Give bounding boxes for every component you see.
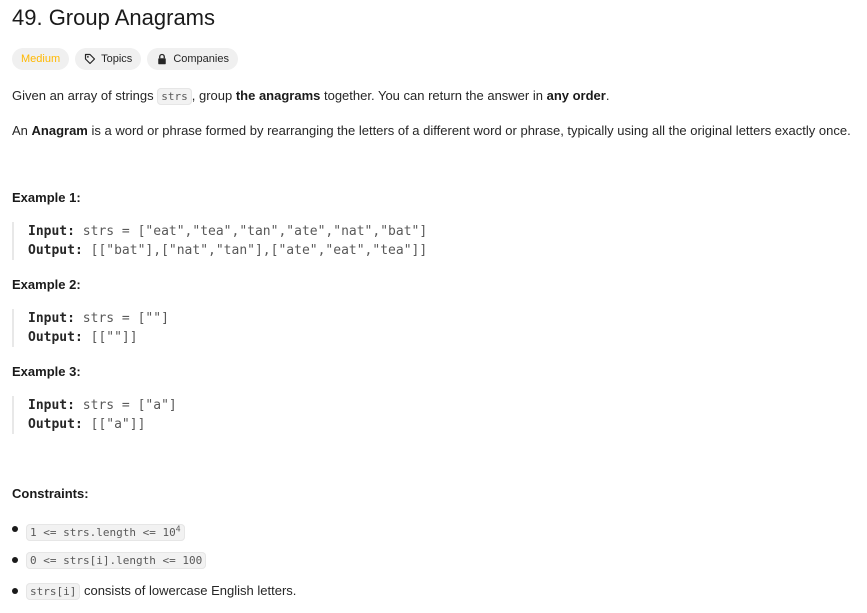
example-output: Output: [["a"]] bbox=[28, 415, 448, 434]
input-label: Input: bbox=[28, 311, 75, 326]
difficulty-label: Medium bbox=[21, 53, 61, 65]
output-value: [[""]] bbox=[90, 330, 138, 345]
constraints-title: Constraints: bbox=[12, 486, 89, 501]
output-label: Output: bbox=[28, 330, 83, 345]
text: An bbox=[12, 123, 32, 138]
example-1-block: Input: strs = ["eat","tea","tan","ate","… bbox=[12, 222, 448, 260]
input-value: strs = ["eat","tea","tan","ate","nat","b… bbox=[82, 224, 428, 239]
constraint-item: 1 <= strs.length <= 104 bbox=[12, 518, 296, 549]
tag-icon bbox=[85, 53, 96, 65]
description-paragraph-1: Given an array of strings strs, group th… bbox=[12, 86, 609, 107]
input-label: Input: bbox=[28, 224, 75, 239]
example-3-title: Example 3: bbox=[12, 364, 81, 379]
text: . bbox=[605, 88, 610, 103]
text: Given an array of strings bbox=[12, 88, 158, 103]
bold-text: the anagrams bbox=[235, 88, 321, 103]
companies-button[interactable]: Companies bbox=[147, 48, 238, 70]
inline-code: strs bbox=[157, 88, 192, 105]
page-title[interactable]: 49. Group Anagrams bbox=[12, 5, 215, 31]
tag-row: Medium Topics Companies bbox=[12, 48, 238, 70]
lock-icon bbox=[158, 53, 167, 65]
example-2-block: Input: strs = [""] Output: [[""]] bbox=[12, 309, 448, 347]
description-paragraph-2: An Anagram is a word or phrase formed by… bbox=[12, 121, 851, 141]
example-input: Input: strs = ["a"] bbox=[28, 396, 448, 415]
output-value: [["bat"],["nat","tan"],["ate","eat","tea… bbox=[90, 243, 428, 258]
input-label: Input: bbox=[28, 398, 75, 413]
output-label: Output: bbox=[28, 417, 83, 432]
example-output: Output: [[""]] bbox=[28, 328, 448, 347]
topics-button[interactable]: Topics bbox=[75, 48, 142, 70]
constraint-item: strs[i] consists of lowercase English le… bbox=[12, 580, 296, 611]
constraint-item: 0 <= strs[i].length <= 100 bbox=[12, 549, 296, 580]
constraints-list: 1 <= strs.length <= 104 0 <= strs[i].len… bbox=[12, 518, 296, 611]
inline-code: 1 <= strs.length <= 104 bbox=[26, 523, 185, 541]
text: is a word or phrase formed by rearrangin… bbox=[87, 123, 851, 138]
output-value: [["a"]] bbox=[90, 417, 146, 432]
text: , group bbox=[191, 88, 236, 103]
bold-text: any order bbox=[546, 88, 606, 103]
input-value: strs = [""] bbox=[82, 311, 169, 326]
topics-label: Topics bbox=[101, 53, 133, 65]
inline-code: strs[i] bbox=[26, 583, 81, 600]
difficulty-badge[interactable]: Medium bbox=[12, 48, 70, 70]
example-1-title: Example 1: bbox=[12, 190, 81, 205]
example-input: Input: strs = ["eat","tea","tan","ate","… bbox=[28, 222, 448, 241]
companies-label: Companies bbox=[173, 53, 229, 65]
text: together. You can return the answer in bbox=[320, 88, 547, 103]
example-output: Output: [["bat"],["nat","tan"],["ate","e… bbox=[28, 241, 448, 260]
example-3-block: Input: strs = ["a"] Output: [["a"]] bbox=[12, 396, 448, 434]
input-value: strs = ["a"] bbox=[82, 398, 177, 413]
example-2-title: Example 2: bbox=[12, 277, 81, 292]
example-input: Input: strs = [""] bbox=[28, 309, 448, 328]
superscript: 4 bbox=[175, 524, 181, 533]
bold-text: Anagram bbox=[31, 123, 88, 138]
output-label: Output: bbox=[28, 243, 83, 258]
constraint-code: 1 <= strs.length <= 10 bbox=[30, 525, 176, 539]
text: consists of lowercase English letters. bbox=[80, 583, 297, 598]
inline-code: 0 <= strs[i].length <= 100 bbox=[26, 552, 207, 569]
